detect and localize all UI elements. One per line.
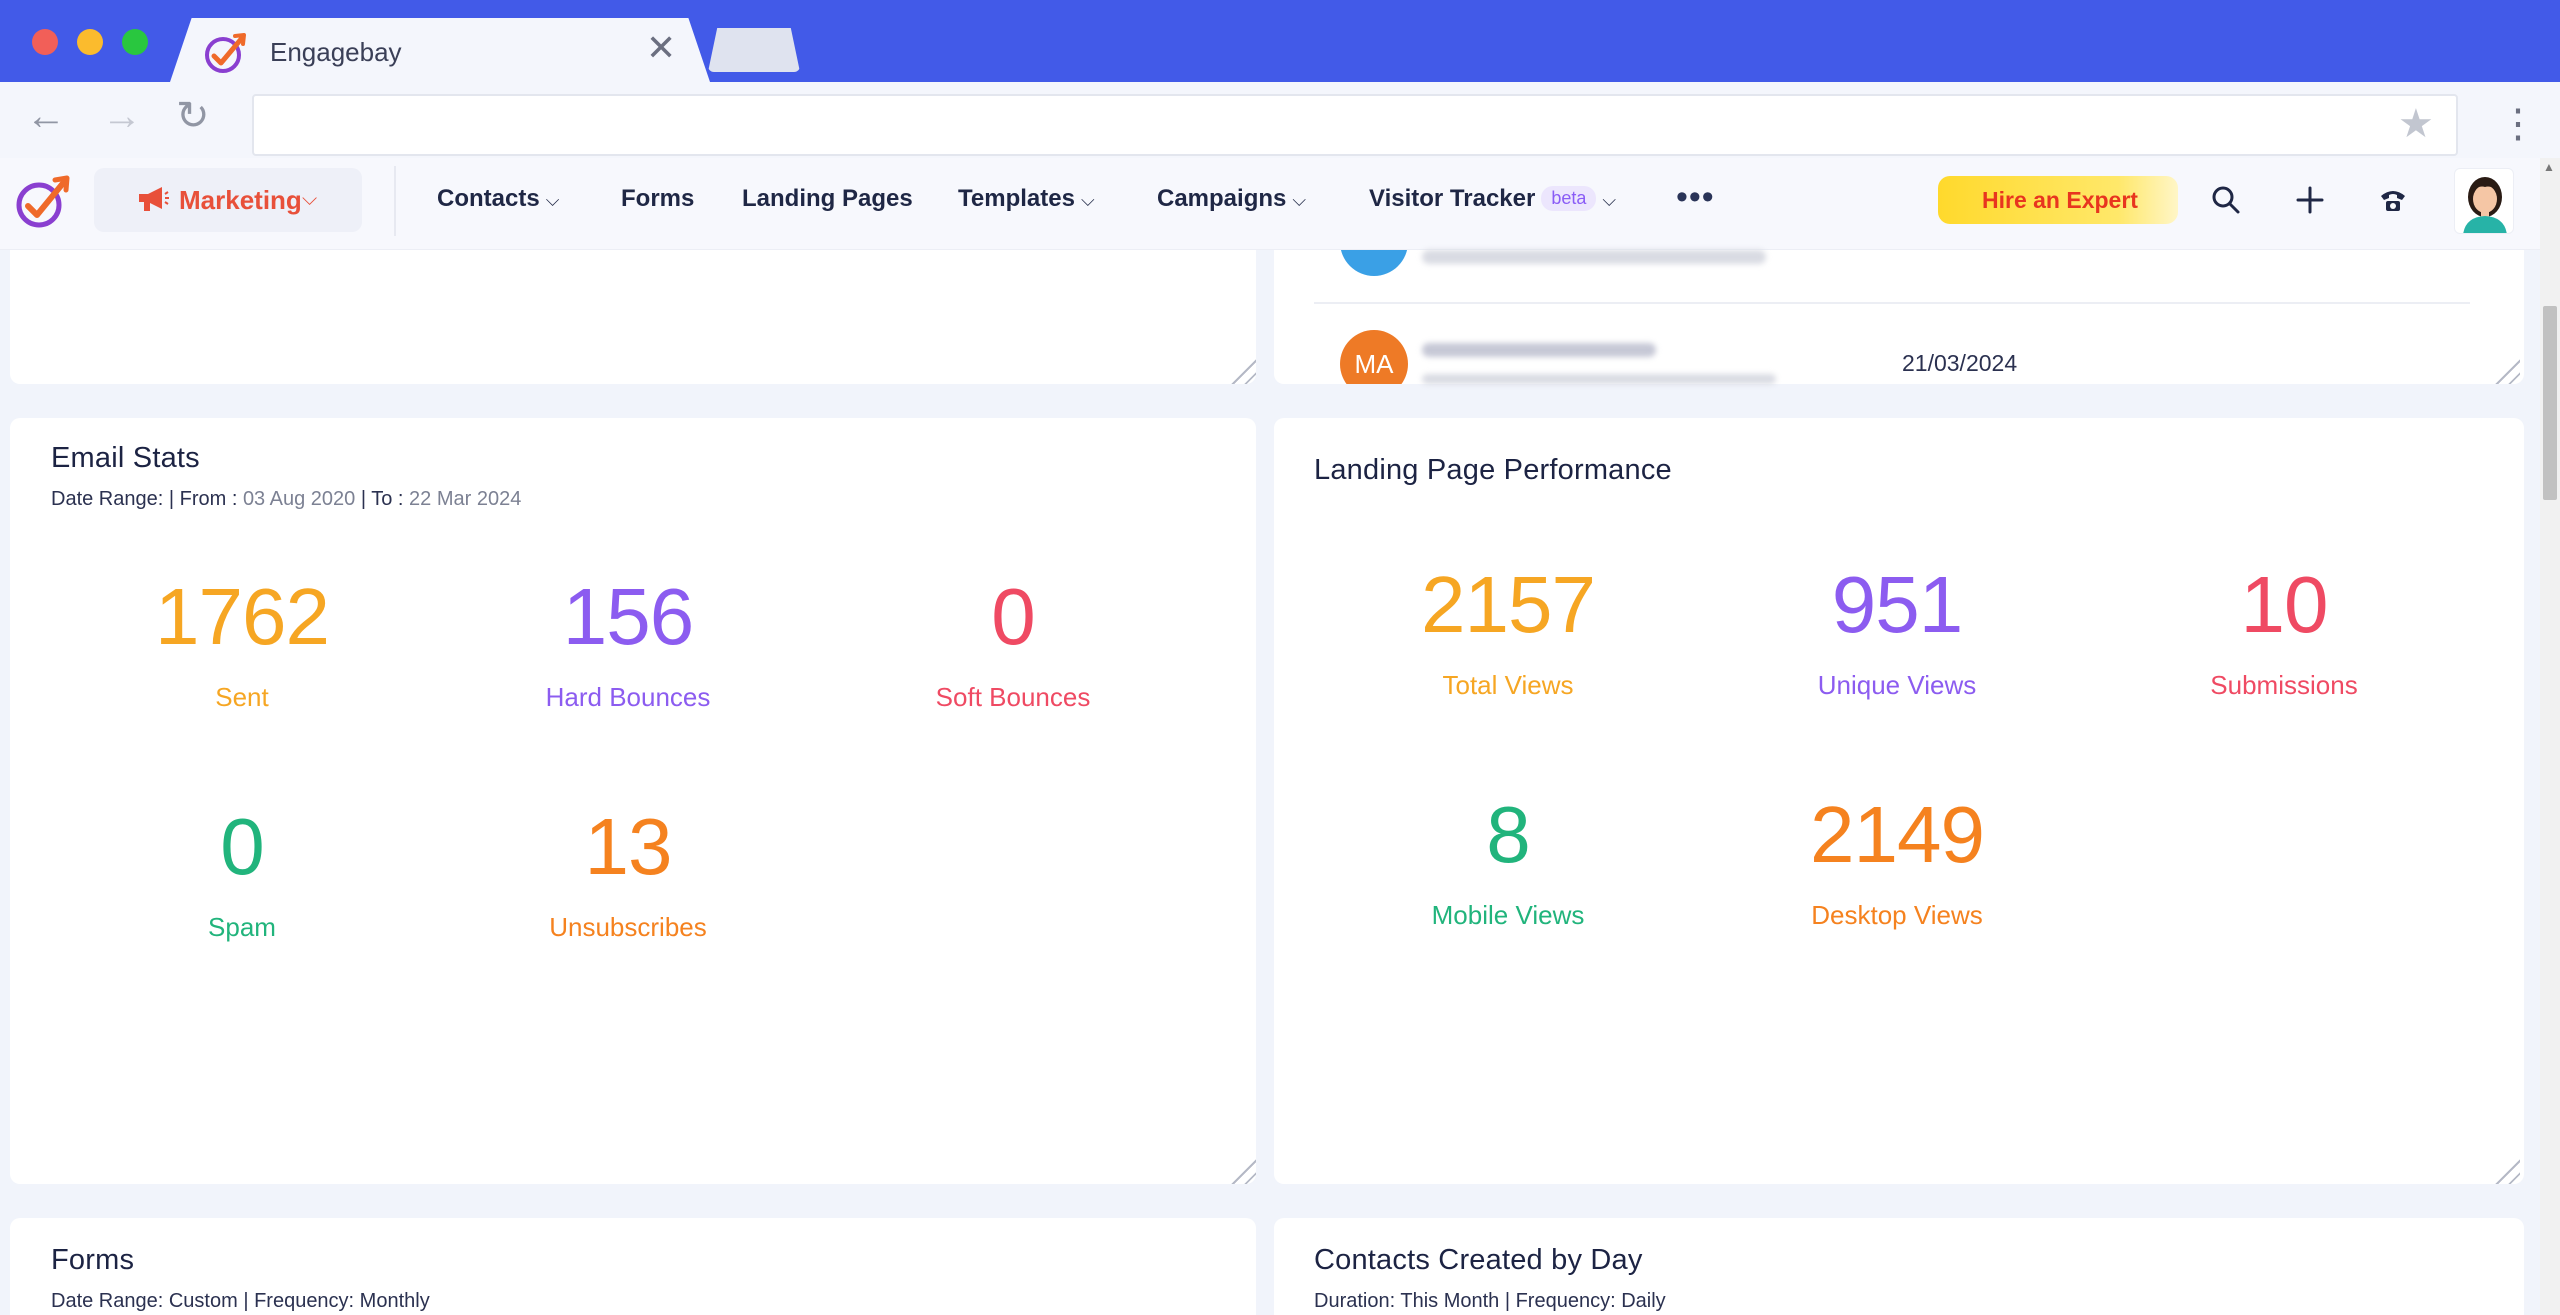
stat-mobile-views-value: 8: [1486, 790, 1531, 879]
nav-landing-pages-label: Landing Pages: [742, 185, 913, 212]
stat-hard-bounces-label: Hard Bounces: [545, 682, 711, 712]
stat-submissions-label: Submissions: [2210, 670, 2358, 700]
contact-email-blurred: [1422, 250, 1766, 264]
nav-contacts[interactable]: Contacts ⌵: [437, 185, 559, 213]
chevron-down-icon: ⌵: [1602, 190, 1617, 210]
chevron-down-icon: ⌵: [302, 188, 318, 210]
stat-unsubscribes-value: 13: [584, 802, 673, 891]
stat-hard-bounces-value: 156: [562, 572, 694, 661]
window-maximize-button[interactable]: [122, 29, 148, 55]
browser-tab-active[interactable]: [170, 18, 710, 82]
contact-name-blurred: [1422, 343, 1656, 357]
app-logo-icon[interactable]: [12, 172, 72, 232]
nav-visitor-tracker-label: Visitor Tracker: [1369, 185, 1536, 212]
hire-expert-label[interactable]: Hire an Expert: [1982, 187, 2138, 214]
header-divider: [394, 166, 396, 236]
stat-desktop-views-label: Desktop Views: [1811, 900, 1983, 930]
plus-icon[interactable]: [2294, 184, 2326, 216]
stat-unique-views-label: Unique Views: [1817, 670, 1977, 700]
nav-templates-label: Templates: [958, 185, 1075, 212]
engagebay-logo-icon: [205, 33, 246, 73]
window-minimize-button[interactable]: [77, 29, 103, 55]
address-bar[interactable]: [252, 94, 2458, 156]
phone-icon[interactable]: [2377, 184, 2409, 216]
contact-email-blurred: [1422, 374, 1776, 384]
megaphone-icon: [139, 187, 169, 211]
landing-performance-title: Landing Page Performance: [1314, 454, 1672, 486]
nav-templates[interactable]: Templates ⌵: [958, 185, 1095, 213]
back-arrow-icon[interactable]: ←: [26, 96, 66, 136]
stat-spam-value: 0: [220, 802, 265, 891]
nav-forms[interactable]: Forms: [621, 185, 694, 213]
stat-mobile-views-label: Mobile Views: [1431, 900, 1585, 930]
nav-landing-pages[interactable]: Landing Pages: [742, 185, 913, 213]
contact-avatar: MA: [1340, 330, 1408, 384]
date-range-label: Date Range: | From :: [51, 488, 243, 510]
chevron-down-icon: ⌵: [1080, 190, 1095, 210]
nav-forms-label: Forms: [621, 185, 695, 212]
forward-arrow-icon[interactable]: →: [102, 96, 142, 136]
tab-title: Engagebay: [270, 37, 402, 67]
window-close-button[interactable]: [32, 29, 58, 55]
user-avatar[interactable]: [2454, 168, 2514, 234]
stat-soft-bounces-value: 0: [991, 572, 1036, 661]
email-stats-card: [10, 418, 1256, 1184]
beta-badge: beta: [1541, 186, 1597, 211]
contact-created-date: 21/03/2024: [1902, 350, 2018, 376]
row-divider: [1314, 302, 2470, 304]
contacts-created-title: Contacts Created by Day: [1314, 1244, 1643, 1276]
recent-contacts-card: [1274, 250, 2524, 384]
module-label[interactable]: Marketing: [179, 185, 302, 216]
reload-icon[interactable]: ↻: [176, 96, 210, 136]
stat-total-views-value: 2157: [1421, 560, 1596, 649]
new-tab-button[interactable]: [708, 28, 800, 72]
contacts-created-subtitle: Duration: This Month | Frequency: Daily: [1314, 1290, 1666, 1312]
bookmark-star-icon[interactable]: ★: [2398, 104, 2434, 144]
stat-desktop-views-value: 2149: [1810, 790, 1985, 879]
email-stats-title: Email Stats: [51, 442, 200, 474]
forms-card-subtitle: Date Range: Custom | Frequency: Monthly: [51, 1290, 430, 1312]
email-stats-date-range: Date Range: | From : 03 Aug 2020 | To : …: [51, 488, 521, 511]
scrollbar-thumb[interactable]: [2543, 306, 2557, 500]
nav-contacts-label: Contacts: [437, 185, 540, 212]
chevron-down-icon: ⌵: [545, 190, 560, 210]
date-to: 22 Mar 2024: [409, 488, 522, 510]
top-left-card: [10, 250, 1256, 384]
browser-menu-icon[interactable]: ⋮: [2498, 104, 2538, 144]
date-to-label: | To :: [355, 488, 410, 510]
scroll-up-arrow-icon[interactable]: ▲: [2543, 160, 2555, 174]
stat-spam-label: Spam: [208, 912, 276, 942]
stat-sent-value: 1762: [155, 572, 330, 661]
stat-unique-views-value: 951: [1831, 560, 1963, 649]
search-icon[interactable]: [2210, 184, 2242, 216]
stat-unsubscribes-label: Unsubscribes: [549, 912, 707, 942]
user-avatar-image: [2463, 177, 2507, 233]
nav-visitor-tracker[interactable]: Visitor Tracker beta ⌵: [1369, 185, 1616, 213]
nav-campaigns[interactable]: Campaigns ⌵: [1157, 185, 1306, 213]
forms-card-title: Forms: [51, 1244, 135, 1276]
stat-soft-bounces-label: Soft Bounces: [935, 682, 1091, 712]
stat-submissions-value: 10: [2240, 560, 2329, 649]
stat-total-views-label: Total Views: [1442, 670, 1574, 700]
nav-campaigns-label: Campaigns: [1157, 185, 1287, 212]
more-menu-icon[interactable]: •••: [1676, 178, 1715, 217]
chevron-down-icon: ⌵: [1292, 190, 1307, 210]
stat-sent-label: Sent: [215, 682, 269, 712]
tab-close-icon[interactable]: ✕: [646, 30, 676, 66]
date-from: 03 Aug 2020: [242, 488, 356, 510]
